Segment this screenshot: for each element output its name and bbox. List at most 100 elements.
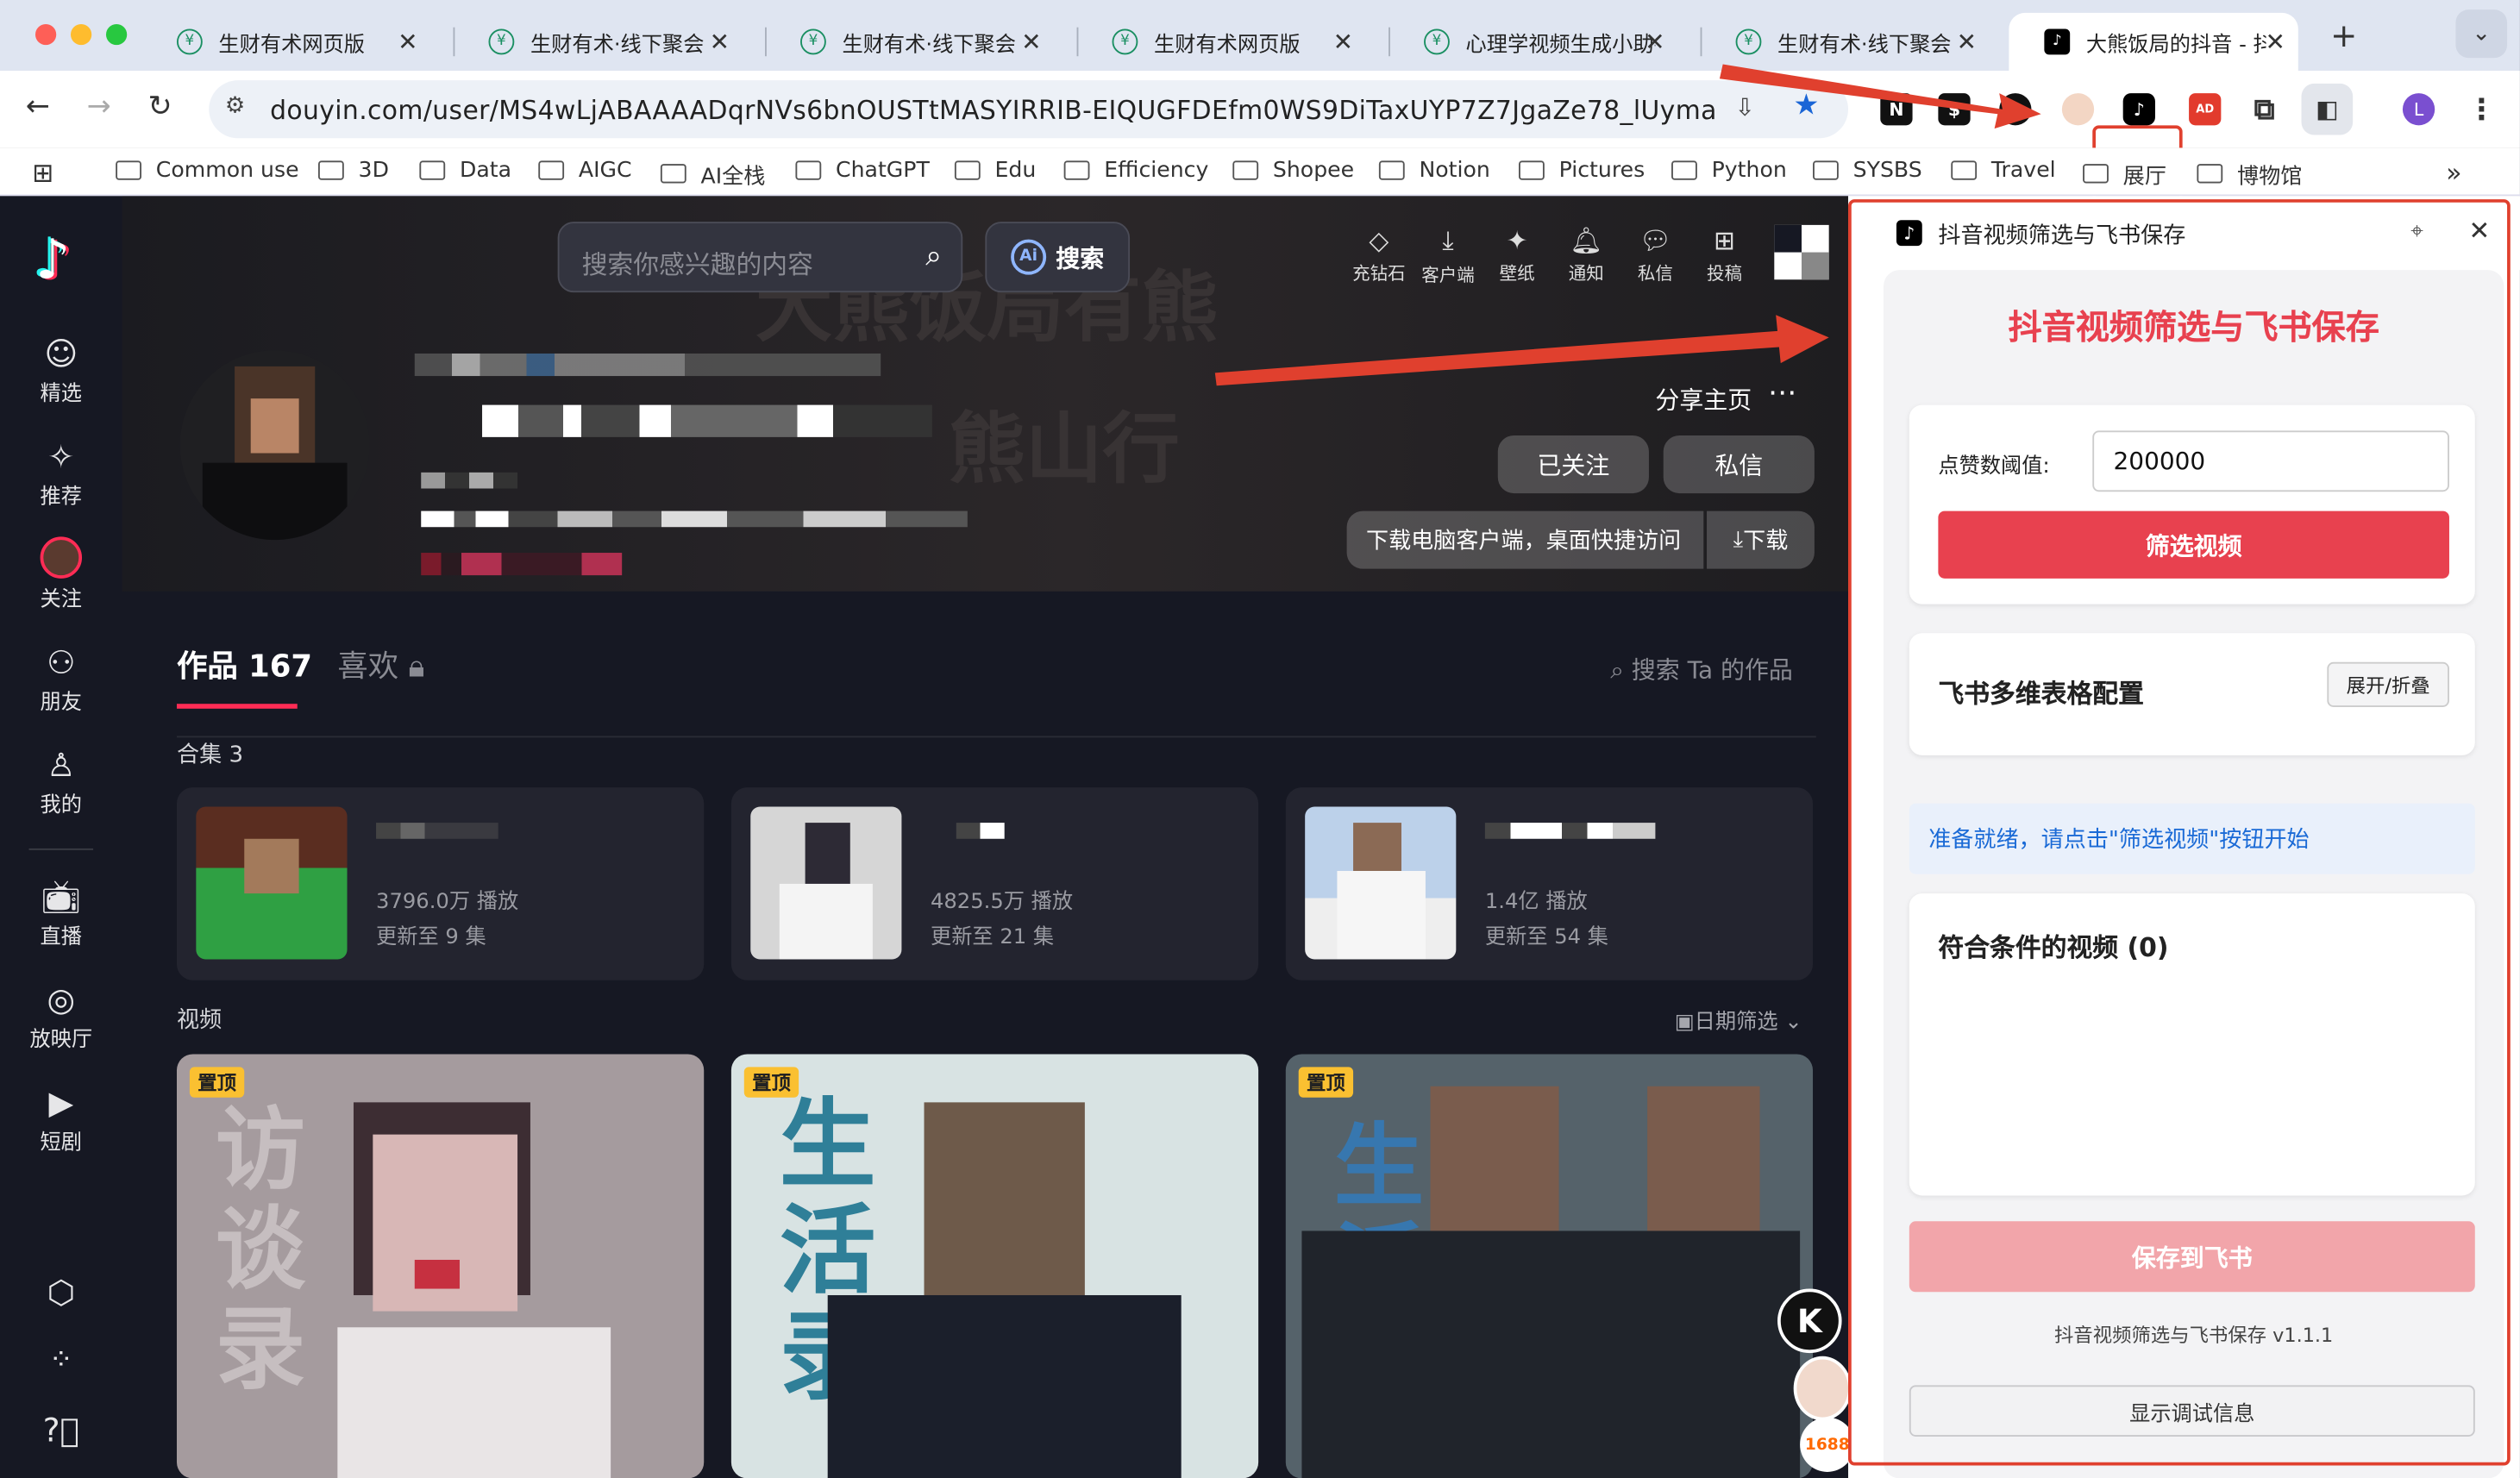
tiktok-extension-icon[interactable]: ♪ bbox=[2122, 93, 2155, 126]
sidebar-item-short-drama[interactable]: ▶ 短剧 bbox=[0, 1083, 122, 1155]
collection-plays: 3796.0万 播放 bbox=[376, 890, 519, 915]
wallpaper-button[interactable]: ✦ 壁纸 bbox=[1485, 225, 1550, 286]
followed-button[interactable]: 已关注 bbox=[1497, 435, 1649, 494]
site-settings-icon[interactable]: ⚙ bbox=[225, 93, 245, 119]
sidebar-item-following[interactable]: 关注 bbox=[0, 536, 122, 612]
forward-icon[interactable]: → bbox=[87, 90, 111, 123]
red-extension-icon[interactable]: AD bbox=[2189, 93, 2222, 126]
extensions-puzzle-icon[interactable]: ⧉ bbox=[2248, 92, 2280, 126]
share-profile-link[interactable]: 分享主页 bbox=[1655, 383, 1752, 416]
back-icon[interactable]: ← bbox=[26, 90, 50, 123]
bookmark-folder[interactable]: Pictures bbox=[1519, 158, 1645, 183]
tab-strip: ¥ 生财有术网页版 ✕ ¥ 生财有术·线下聚会 ✕ ¥ 生财有术·线下聚会 ✕ ¥ 生财有术网… bbox=[0, 0, 2520, 71]
close-tab-icon[interactable]: ✕ bbox=[1957, 28, 1977, 57]
sidebar-item-me[interactable]: ♙ 我的 bbox=[0, 746, 122, 818]
dollar-extension-icon[interactable]: $ bbox=[1938, 93, 1971, 126]
recharge-button[interactable]: ◇ 充钻石 bbox=[1347, 225, 1412, 286]
browser-tab[interactable]: ¥ 生财有术·线下聚会 ✕ bbox=[765, 13, 1054, 71]
collection-card[interactable]: 1.4亿 播放 更新至 54 集 bbox=[1285, 787, 1814, 980]
douyin-search-input[interactable]: 搜索你感兴趣的内容 ⌕ bbox=[557, 222, 963, 293]
bookmark-folder[interactable]: ChatGPT bbox=[795, 158, 930, 183]
tab-works[interactable]: 作品 167 bbox=[177, 642, 312, 686]
close-tab-icon[interactable]: ✕ bbox=[398, 28, 417, 57]
sidebar-item-featured[interactable]: ☺ 精选 bbox=[0, 335, 122, 407]
bookmark-folder[interactable]: 展厅 bbox=[2083, 158, 2166, 190]
address-bar[interactable]: ⚙ douyin.com/user/MS4wLjABAAAADqrNVs6bnO… bbox=[209, 80, 1849, 139]
bookmark-folder[interactable]: Travel bbox=[1951, 158, 2056, 183]
profile-avatar[interactable]: L bbox=[2402, 93, 2435, 126]
k-assistant-icon[interactable]: K bbox=[1777, 1288, 1842, 1354]
upload-button[interactable]: ⊞ 投稿 bbox=[1692, 225, 1757, 286]
notion-extension-icon[interactable]: N bbox=[1880, 93, 1913, 126]
avatar-extension-icon[interactable] bbox=[2061, 93, 2095, 126]
menu-kebab-icon[interactable]: ⋮ bbox=[2466, 92, 2498, 126]
bookmark-folder[interactable]: Edu bbox=[954, 158, 1036, 183]
tab-search-button[interactable]: ⌄ bbox=[2455, 9, 2508, 59]
reload-icon[interactable]: ↻ bbox=[147, 90, 172, 123]
bookmark-folder[interactable]: Notion bbox=[1378, 158, 1490, 183]
sidebar-item-theater[interactable]: ◎ 放映厅 bbox=[0, 980, 122, 1053]
collection-card[interactable]: 3796.0万 播放 更新至 9 集 bbox=[176, 787, 705, 980]
bookmark-folder[interactable]: Python bbox=[1671, 158, 1787, 183]
assistant-avatar-icon[interactable] bbox=[1793, 1356, 1849, 1421]
sidebar-item-friends[interactable]: ⚇ 朋友 bbox=[0, 642, 122, 715]
zoom-window-button[interactable] bbox=[105, 23, 128, 46]
collection-title-blurred bbox=[956, 823, 1005, 839]
video-card[interactable]: 生活录 置顶 bbox=[1285, 1054, 1814, 1478]
notification-button[interactable]: 🔔︎ 通知 bbox=[1554, 225, 1619, 286]
bookmark-folder[interactable]: AIGC bbox=[538, 158, 632, 183]
search-works-link[interactable]: ⌕ 搜索 Ta 的作品 bbox=[1610, 653, 1793, 686]
browser-tab[interactable]: ¥ 心理学视频生成小助手 ✕ bbox=[1389, 13, 1677, 71]
video-card[interactable]: 生活录 置顶 bbox=[730, 1054, 1259, 1478]
date-filter-dropdown[interactable]: ▣日期筛选 ⌄ bbox=[1675, 1005, 1802, 1035]
douyin-logo-icon[interactable]: ♪ bbox=[35, 229, 70, 293]
tab-favicon-icon: ¥ bbox=[488, 28, 515, 55]
browser-tab-active[interactable]: ♪大熊饭局的抖音 - 抖音✕ bbox=[2009, 12, 2298, 71]
more-bookmarks-icon[interactable]: » bbox=[2446, 158, 2461, 188]
apps-grid-icon[interactable]: ⊞ bbox=[32, 158, 53, 188]
close-tab-icon[interactable]: ✕ bbox=[1645, 28, 1664, 57]
bookmark-folder[interactable]: 3D bbox=[317, 158, 389, 183]
following-avatar-icon bbox=[40, 536, 83, 579]
browser-tab[interactable]: ¥ 生财有术·线下聚会 ✕ bbox=[453, 13, 743, 71]
close-tab-icon[interactable]: ✕ bbox=[710, 28, 730, 57]
browser-tab[interactable]: ¥ 生财有术·线下聚会 ✕ bbox=[1700, 13, 1990, 71]
side-panel-icon[interactable]: ◧ bbox=[2301, 83, 2354, 135]
new-tab-button[interactable]: + bbox=[2330, 16, 2357, 55]
browser-tab[interactable]: ¥ 生财有术网页版 ✕ bbox=[1076, 13, 1366, 71]
settings-hex-icon[interactable]: ⬡ bbox=[0, 1273, 122, 1312]
download-button[interactable]: ⤓ 下载 bbox=[1707, 510, 1815, 569]
browser-tab[interactable]: ¥ 生财有术网页版 ✕ bbox=[141, 13, 430, 71]
video-card[interactable]: 访谈录 置顶 bbox=[176, 1054, 705, 1478]
bookmark-folder[interactable]: Shopee bbox=[1232, 158, 1354, 183]
bookmark-folder[interactable]: Data bbox=[419, 158, 511, 183]
close-tab-icon[interactable]: ✕ bbox=[1333, 28, 1353, 57]
close-tab-icon[interactable]: ✕ bbox=[1021, 28, 1041, 57]
1688-icon[interactable]: 1688 bbox=[1800, 1417, 1849, 1472]
more-options-icon[interactable]: ⋯ bbox=[1768, 376, 1797, 410]
client-button[interactable]: ⤓ 客户端 bbox=[1416, 225, 1481, 288]
close-tab-icon[interactable]: ✕ bbox=[2265, 28, 2285, 57]
more-apps-icon[interactable]: ⁘ bbox=[0, 1343, 122, 1377]
tab-likes[interactable]: 喜欢 🔒︎ bbox=[337, 642, 424, 686]
bookmark-folder[interactable]: SYSBS bbox=[1813, 158, 1922, 183]
ai-search-button[interactable]: Ai 搜索 bbox=[985, 222, 1131, 293]
user-avatar[interactable] bbox=[1774, 224, 1829, 280]
bookmark-folder[interactable]: Common use bbox=[116, 158, 299, 183]
profile-avatar-image[interactable] bbox=[179, 350, 370, 541]
bookmark-folder[interactable]: AI全栈 bbox=[660, 158, 765, 190]
readwise-extension-icon[interactable]: R bbox=[1999, 93, 2032, 126]
bookmark-folder[interactable]: 博物馆 bbox=[2197, 158, 2302, 190]
sidebar-item-recommend[interactable]: ✧ 推荐 bbox=[0, 437, 122, 510]
collection-card[interactable]: 4825.5万 播放 更新至 21 集 bbox=[730, 787, 1259, 980]
sidebar-item-live[interactable]: 📺︎ 直播 bbox=[0, 877, 122, 949]
bookmark-folder[interactable]: Efficiency bbox=[1063, 158, 1208, 183]
minimize-window-button[interactable] bbox=[70, 23, 92, 46]
bookmark-star-icon[interactable]: ★ bbox=[1793, 88, 1819, 122]
message-button[interactable]: 私信 bbox=[1663, 435, 1815, 494]
install-app-icon[interactable]: ⇩ bbox=[1735, 93, 1755, 122]
search-icon[interactable]: ⌕ bbox=[925, 240, 942, 273]
messages-button[interactable]: 💬︎ 私信 bbox=[1623, 225, 1688, 286]
help-icon[interactable]: ?⃝ bbox=[0, 1411, 122, 1450]
close-window-button[interactable] bbox=[34, 23, 57, 46]
